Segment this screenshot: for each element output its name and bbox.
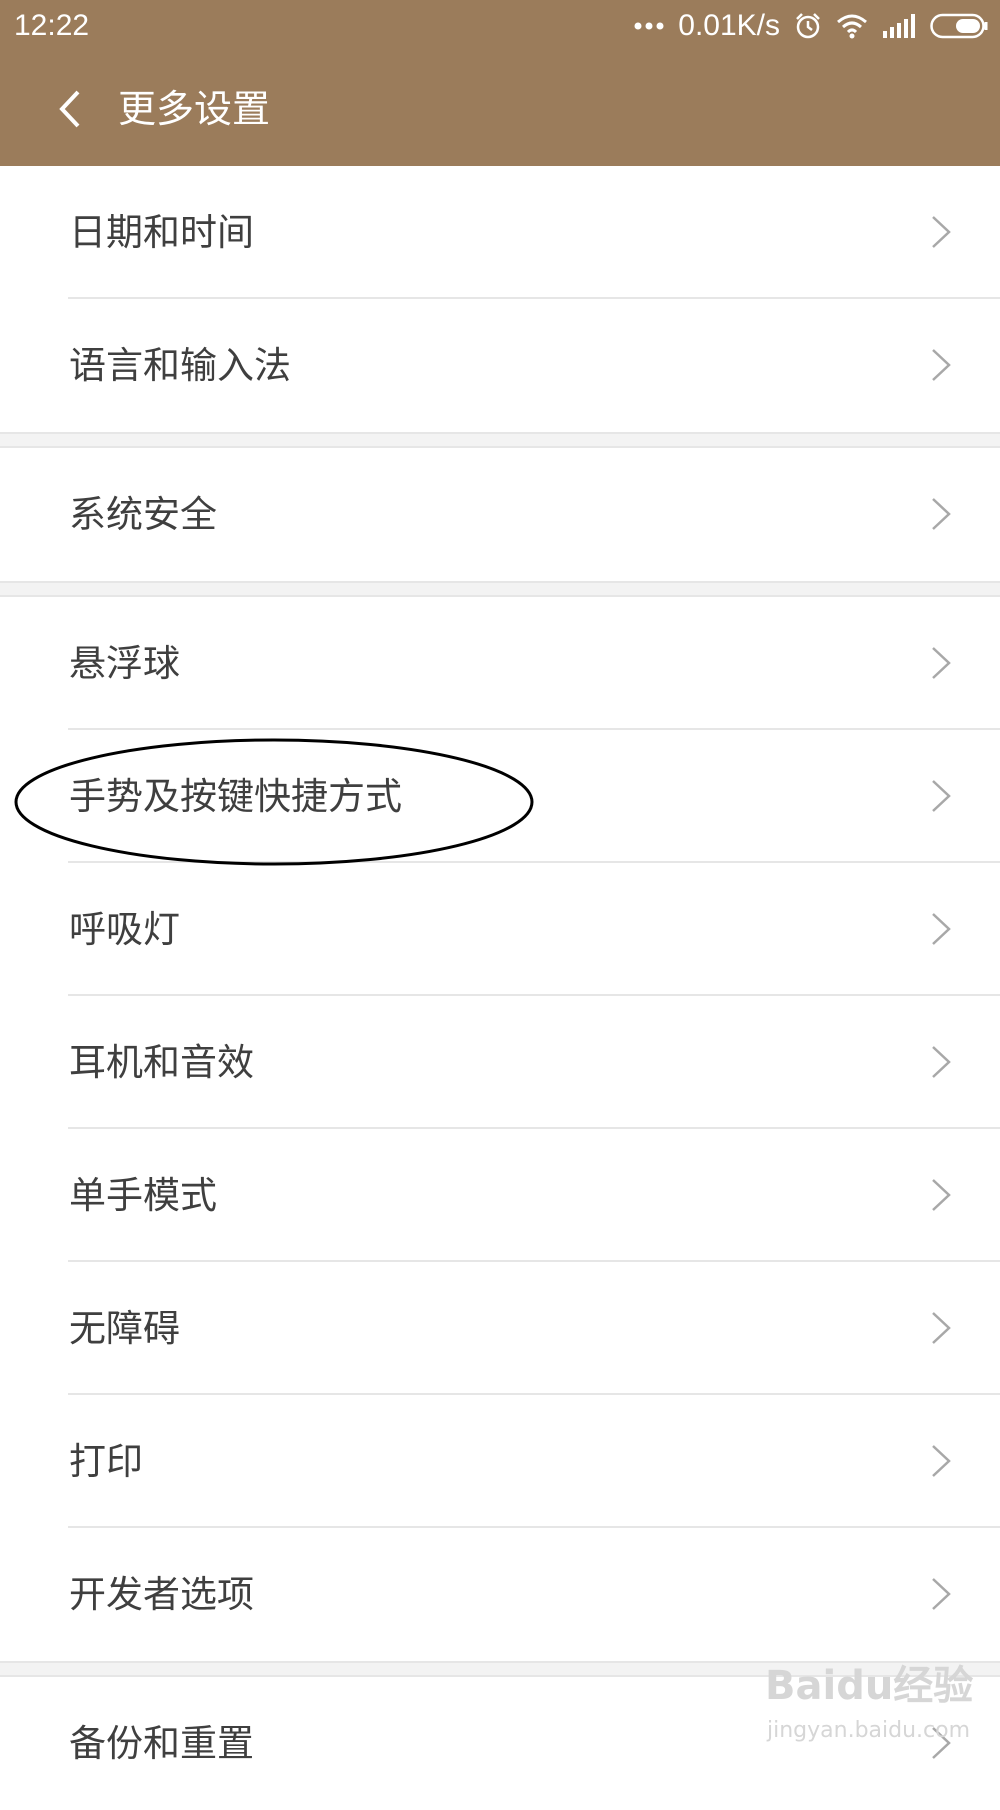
watermark-url: jingyan.baidu.com — [767, 1718, 971, 1743]
settings-item-date-time[interactable]: 日期和时间 — [0, 166, 1000, 299]
watermark: Baidu经验 jingyan.baidu.com — [765, 1662, 975, 1762]
settings-item-label: 打印 — [69, 1440, 143, 1483]
settings-item-accessibility[interactable]: 无障碍 — [0, 1262, 1000, 1395]
network-speed: 0.01K/s — [678, 9, 780, 42]
battery-icon — [930, 13, 988, 39]
section-gap — [0, 581, 1000, 597]
settings-item-print[interactable]: 打印 — [0, 1395, 1000, 1528]
settings-item-label: 耳机和音效 — [69, 1041, 254, 1084]
settings-item-developer-options[interactable]: 开发者选项 — [0, 1528, 1000, 1661]
status-icons: 0.01K/s — [634, 8, 988, 44]
settings-item-headset-sound[interactable]: 耳机和音效 — [0, 996, 1000, 1129]
chevron-right-icon — [932, 1312, 951, 1344]
chevron-right-icon — [932, 349, 951, 381]
settings-item-label: 无障碍 — [69, 1307, 180, 1350]
settings-item-label: 系统安全 — [69, 493, 217, 536]
chevron-right-icon — [932, 1445, 951, 1477]
alarm-icon — [796, 13, 820, 39]
settings-item-floating-ball[interactable]: 悬浮球 — [0, 597, 1000, 730]
status-bar: 12:22 0.01K/s — [0, 0, 1000, 52]
settings-item-label: 呼吸灯 — [69, 908, 180, 951]
signal-icon — [883, 14, 915, 38]
watermark-logo: Baidu经验 — [765, 1663, 974, 1709]
settings-item-label: 备份和重置 — [69, 1722, 254, 1765]
settings-item-breathing-light[interactable]: 呼吸灯 — [0, 863, 1000, 996]
chevron-right-icon — [932, 913, 951, 945]
settings-item-one-hand-mode[interactable]: 单手模式 — [0, 1129, 1000, 1262]
settings-item-label: 日期和时间 — [69, 211, 254, 254]
chevron-right-icon — [932, 498, 951, 530]
settings-item-system-security[interactable]: 系统安全 — [0, 448, 1000, 581]
chevron-right-icon — [932, 780, 951, 812]
settings-list: 日期和时间 语言和输入法 系统安全 悬浮球 手势及按键快捷方式 呼吸灯 耳机和音… — [0, 166, 1000, 1810]
settings-item-label: 语言和输入法 — [69, 344, 291, 387]
status-time: 12:22 — [14, 9, 90, 42]
chevron-left-icon[interactable] — [54, 86, 90, 132]
settings-item-gesture-shortcuts[interactable]: 手势及按键快捷方式 — [0, 730, 1000, 863]
chevron-right-icon — [932, 216, 951, 248]
settings-item-language-input[interactable]: 语言和输入法 — [0, 299, 1000, 432]
chevron-right-icon — [932, 1578, 951, 1610]
page-title: 更多设置 — [118, 87, 271, 131]
chevron-right-icon — [932, 1046, 951, 1078]
wifi-icon — [837, 14, 867, 39]
section-gap — [0, 432, 1000, 448]
chevron-right-icon — [932, 1179, 951, 1211]
settings-item-label: 单手模式 — [69, 1174, 217, 1217]
more-dots-icon — [634, 22, 664, 30]
chevron-right-icon — [932, 647, 951, 679]
settings-item-label: 悬浮球 — [69, 642, 180, 685]
settings-item-label: 开发者选项 — [69, 1573, 254, 1616]
app-bar: 更多设置 — [0, 52, 1000, 166]
settings-item-label: 手势及按键快捷方式 — [69, 775, 402, 818]
